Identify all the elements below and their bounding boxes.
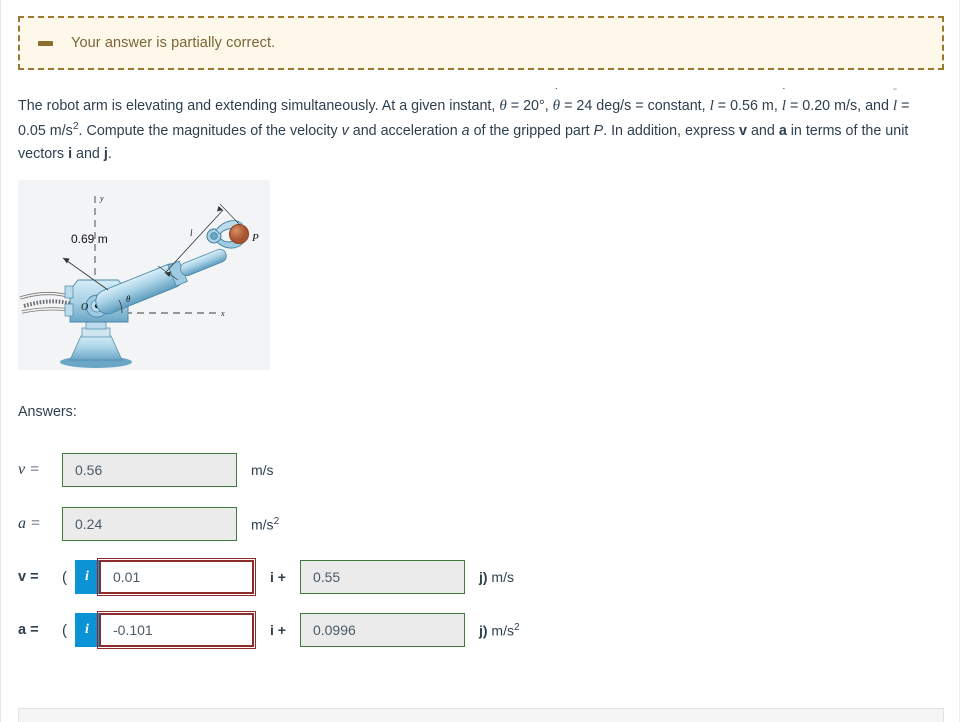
velocity-vector-y-input[interactable]: 0.55 — [299, 560, 465, 594]
velocity-magnitude-value: 0.56 — [75, 462, 103, 478]
theta-label: θ — [126, 294, 131, 304]
point-p-label: P — [251, 232, 259, 244]
statement-part-9: of the gripped part — [469, 122, 594, 139]
question-page: Your answer is partially correct. The ro… — [0, 0, 960, 722]
alert-message: Your answer is partially correct. — [71, 35, 276, 51]
partially-correct-alert: Your answer is partially correct. — [18, 16, 944, 70]
statement-part-2: = 20°, — [506, 98, 553, 114]
a-vector-symbol: a — [778, 122, 787, 139]
velocity-vector-open-paren: ( — [62, 568, 67, 586]
acceleration-vector-x-input[interactable]: -0.101 — [97, 611, 256, 649]
acceleration-magnitude-value: 0.24 — [75, 516, 103, 532]
statement-part-11: and — [747, 122, 779, 139]
theta-dot-symbol: ˙ θ — [552, 86, 561, 114]
p-symbol: P — [593, 122, 604, 139]
velocity-magnitude-input[interactable]: 0.56 — [62, 453, 237, 487]
velocity-magnitude-label: v = — [18, 461, 40, 478]
acceleration-vector-label: a = — [18, 622, 39, 638]
velocity-vector-x-value: 0.01 — [113, 569, 141, 585]
answer-row-acceleration-vector: a = ( i -0.101 i + 0.0996 j) m/s2 — [18, 611, 520, 649]
statement-part-1: The robot arm is elevating and extending… — [18, 98, 500, 114]
theta-symbol: θ — [499, 97, 507, 114]
bottom-panel — [18, 708, 944, 722]
acceleration-vector-unit: j) m/s2 — [478, 621, 520, 639]
acceleration-vector-i-operator: i + — [270, 622, 286, 638]
gripped-part — [228, 223, 250, 245]
acceleration-vector-y-input[interactable]: 0.0996 — [299, 613, 465, 647]
problem-statement: The robot arm is elevating and extending… — [18, 86, 934, 166]
acceleration-magnitude-unit: m/s2 — [251, 515, 280, 533]
acceleration-vector-y-value: 0.0996 — [312, 622, 356, 638]
y-axis-label: y — [99, 194, 104, 203]
robot-arm-diagram: y x O P θ l 0.69 m — [18, 180, 270, 370]
v-symbol: v — [341, 122, 349, 139]
dimension-label: 0.69 m — [71, 232, 108, 246]
statement-part-8: and acceleration — [348, 122, 462, 139]
answer-row-acceleration-magnitude: a = 0.24 m/s2 — [18, 507, 279, 541]
velocity-magnitude-unit: m/s — [251, 462, 274, 478]
statement-part-7: . Compute the magnitudes of the velocity — [78, 122, 342, 139]
velocity-vector-i-operator: i + — [270, 569, 286, 585]
info-icon-velocity-x[interactable]: i — [75, 560, 99, 594]
a-symbol: a — [461, 122, 470, 139]
statement-part-3: = 24 deg/s = constant, — [560, 98, 710, 114]
x-axis-label: x — [220, 309, 225, 318]
answer-row-velocity-vector: v = ( i 0.01 i + 0.55 j) m/s — [18, 558, 514, 596]
l-dot-symbol: ˙ l — [781, 86, 787, 114]
acceleration-magnitude-input[interactable]: 0.24 — [62, 507, 237, 541]
l-double-dot-symbol: ¨ l — [892, 86, 898, 114]
velocity-vector-label: v = — [18, 569, 39, 585]
statement-part-10: . In addition, express — [603, 122, 740, 139]
robot-arm-svg: y x O P θ l 0.69 m — [18, 180, 270, 370]
velocity-vector-x-input[interactable]: 0.01 — [97, 558, 256, 596]
velocity-vector-y-value: 0.55 — [312, 569, 341, 585]
statement-part-14: . — [107, 145, 112, 162]
info-icon-acceleration-x[interactable]: i — [75, 613, 99, 647]
statement-part-5: = 0.20 m/s, and — [786, 98, 893, 114]
answers-heading: Answers: — [18, 404, 77, 420]
velocity-vector-unit: j) m/s — [478, 569, 514, 585]
v-vector-symbol: v — [739, 122, 747, 139]
acceleration-vector-open-paren: ( — [62, 621, 67, 639]
acceleration-magnitude-label: a = — [18, 515, 41, 532]
acceleration-vector-x-value: -0.101 — [113, 622, 153, 638]
minus-dash-icon — [38, 40, 53, 46]
answer-row-velocity-magnitude: v = 0.56 m/s — [18, 453, 274, 487]
origin-label: O — [81, 302, 88, 313]
statement-part-13: and — [72, 145, 104, 162]
statement-part-4: = 0.56 m, — [713, 98, 782, 114]
